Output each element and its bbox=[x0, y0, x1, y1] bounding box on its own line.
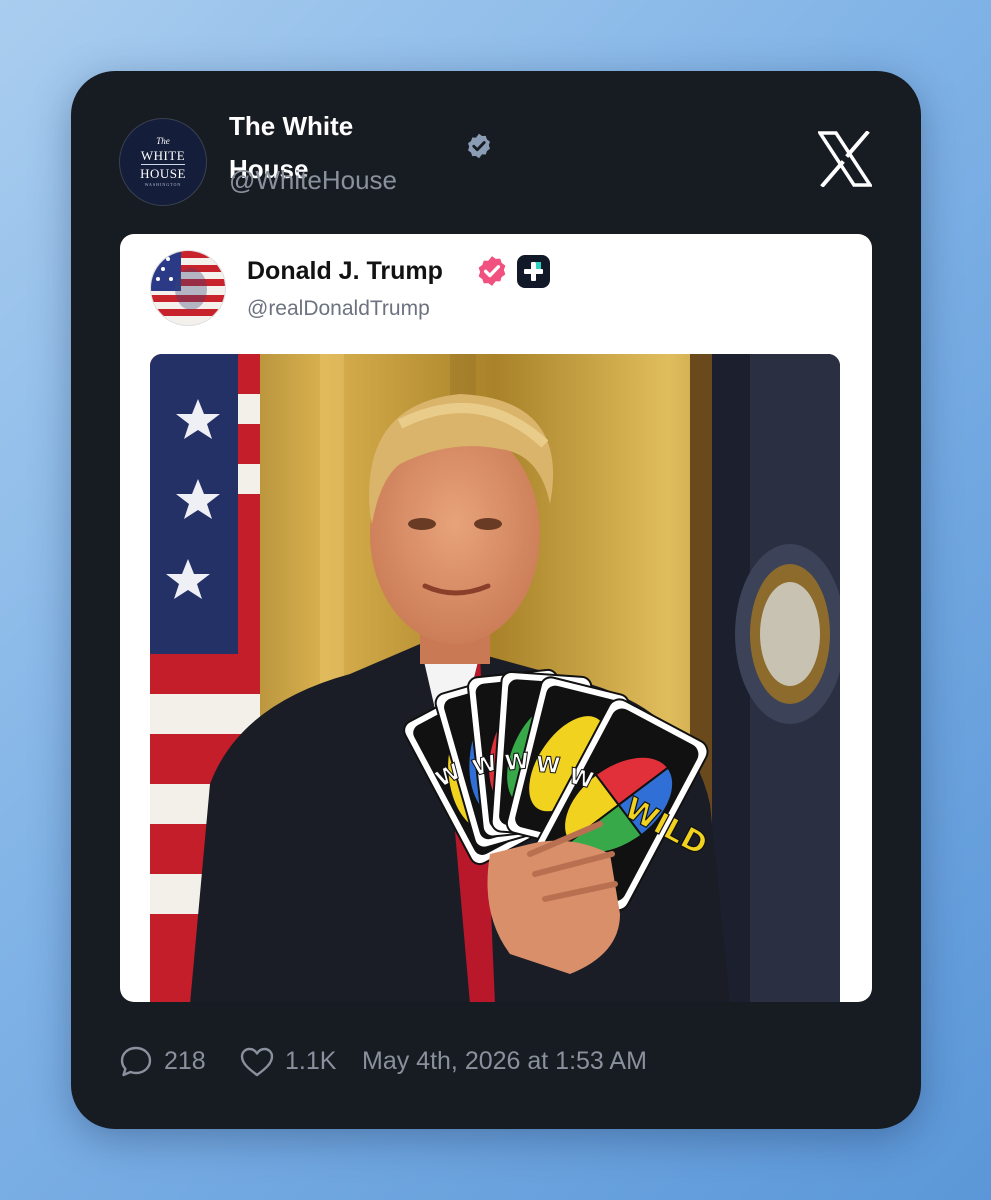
reply-icon[interactable] bbox=[119, 1044, 153, 1078]
avatar-logo-small: WASHINGTON bbox=[144, 182, 182, 187]
subscriber-plus-icon bbox=[517, 255, 550, 288]
post-image[interactable]: WILD W W W W W bbox=[150, 354, 840, 1002]
quoted-author-name[interactable]: Donald J. Trump bbox=[247, 254, 443, 288]
verified-badge-icon bbox=[478, 256, 506, 286]
photo-illustration: WILD W W W W W bbox=[150, 354, 840, 1002]
quoted-author-avatar[interactable] bbox=[150, 250, 226, 326]
avatar-logo-rule bbox=[141, 164, 185, 165]
flag-portrait-avatar bbox=[151, 251, 225, 325]
reply-count: 218 bbox=[164, 1047, 206, 1075]
avatar-logo-line1: WHITE bbox=[140, 148, 186, 163]
post-card: The WHITE HOUSE WASHINGTON The White Hou… bbox=[71, 71, 921, 1129]
like-count: 1.1K bbox=[285, 1047, 337, 1075]
post-timestamp[interactable]: May 4th, 2026 at 1:53 AM bbox=[362, 1044, 647, 1078]
card-partial-label: W bbox=[535, 753, 561, 780]
author-handle[interactable]: @WhiteHouse bbox=[229, 163, 397, 197]
quoted-post[interactable]: Donald J. Trump @realDonaldTrump WILD W … bbox=[120, 234, 872, 1002]
avatar-logo-the: The bbox=[156, 136, 170, 146]
card-partial-label: W bbox=[504, 749, 531, 776]
heart-icon[interactable] bbox=[239, 1046, 275, 1078]
post-footer: 218 1.1K May 4th, 2026 at 1:53 AM bbox=[119, 1041, 819, 1081]
verified-badge-icon bbox=[468, 133, 490, 159]
quoted-author-handle[interactable]: @realDonaldTrump bbox=[247, 294, 430, 324]
avatar-logo-line2: HOUSE bbox=[140, 166, 186, 181]
author-avatar[interactable]: The WHITE HOUSE WASHINGTON bbox=[119, 118, 207, 206]
x-logo-icon[interactable] bbox=[818, 131, 872, 187]
